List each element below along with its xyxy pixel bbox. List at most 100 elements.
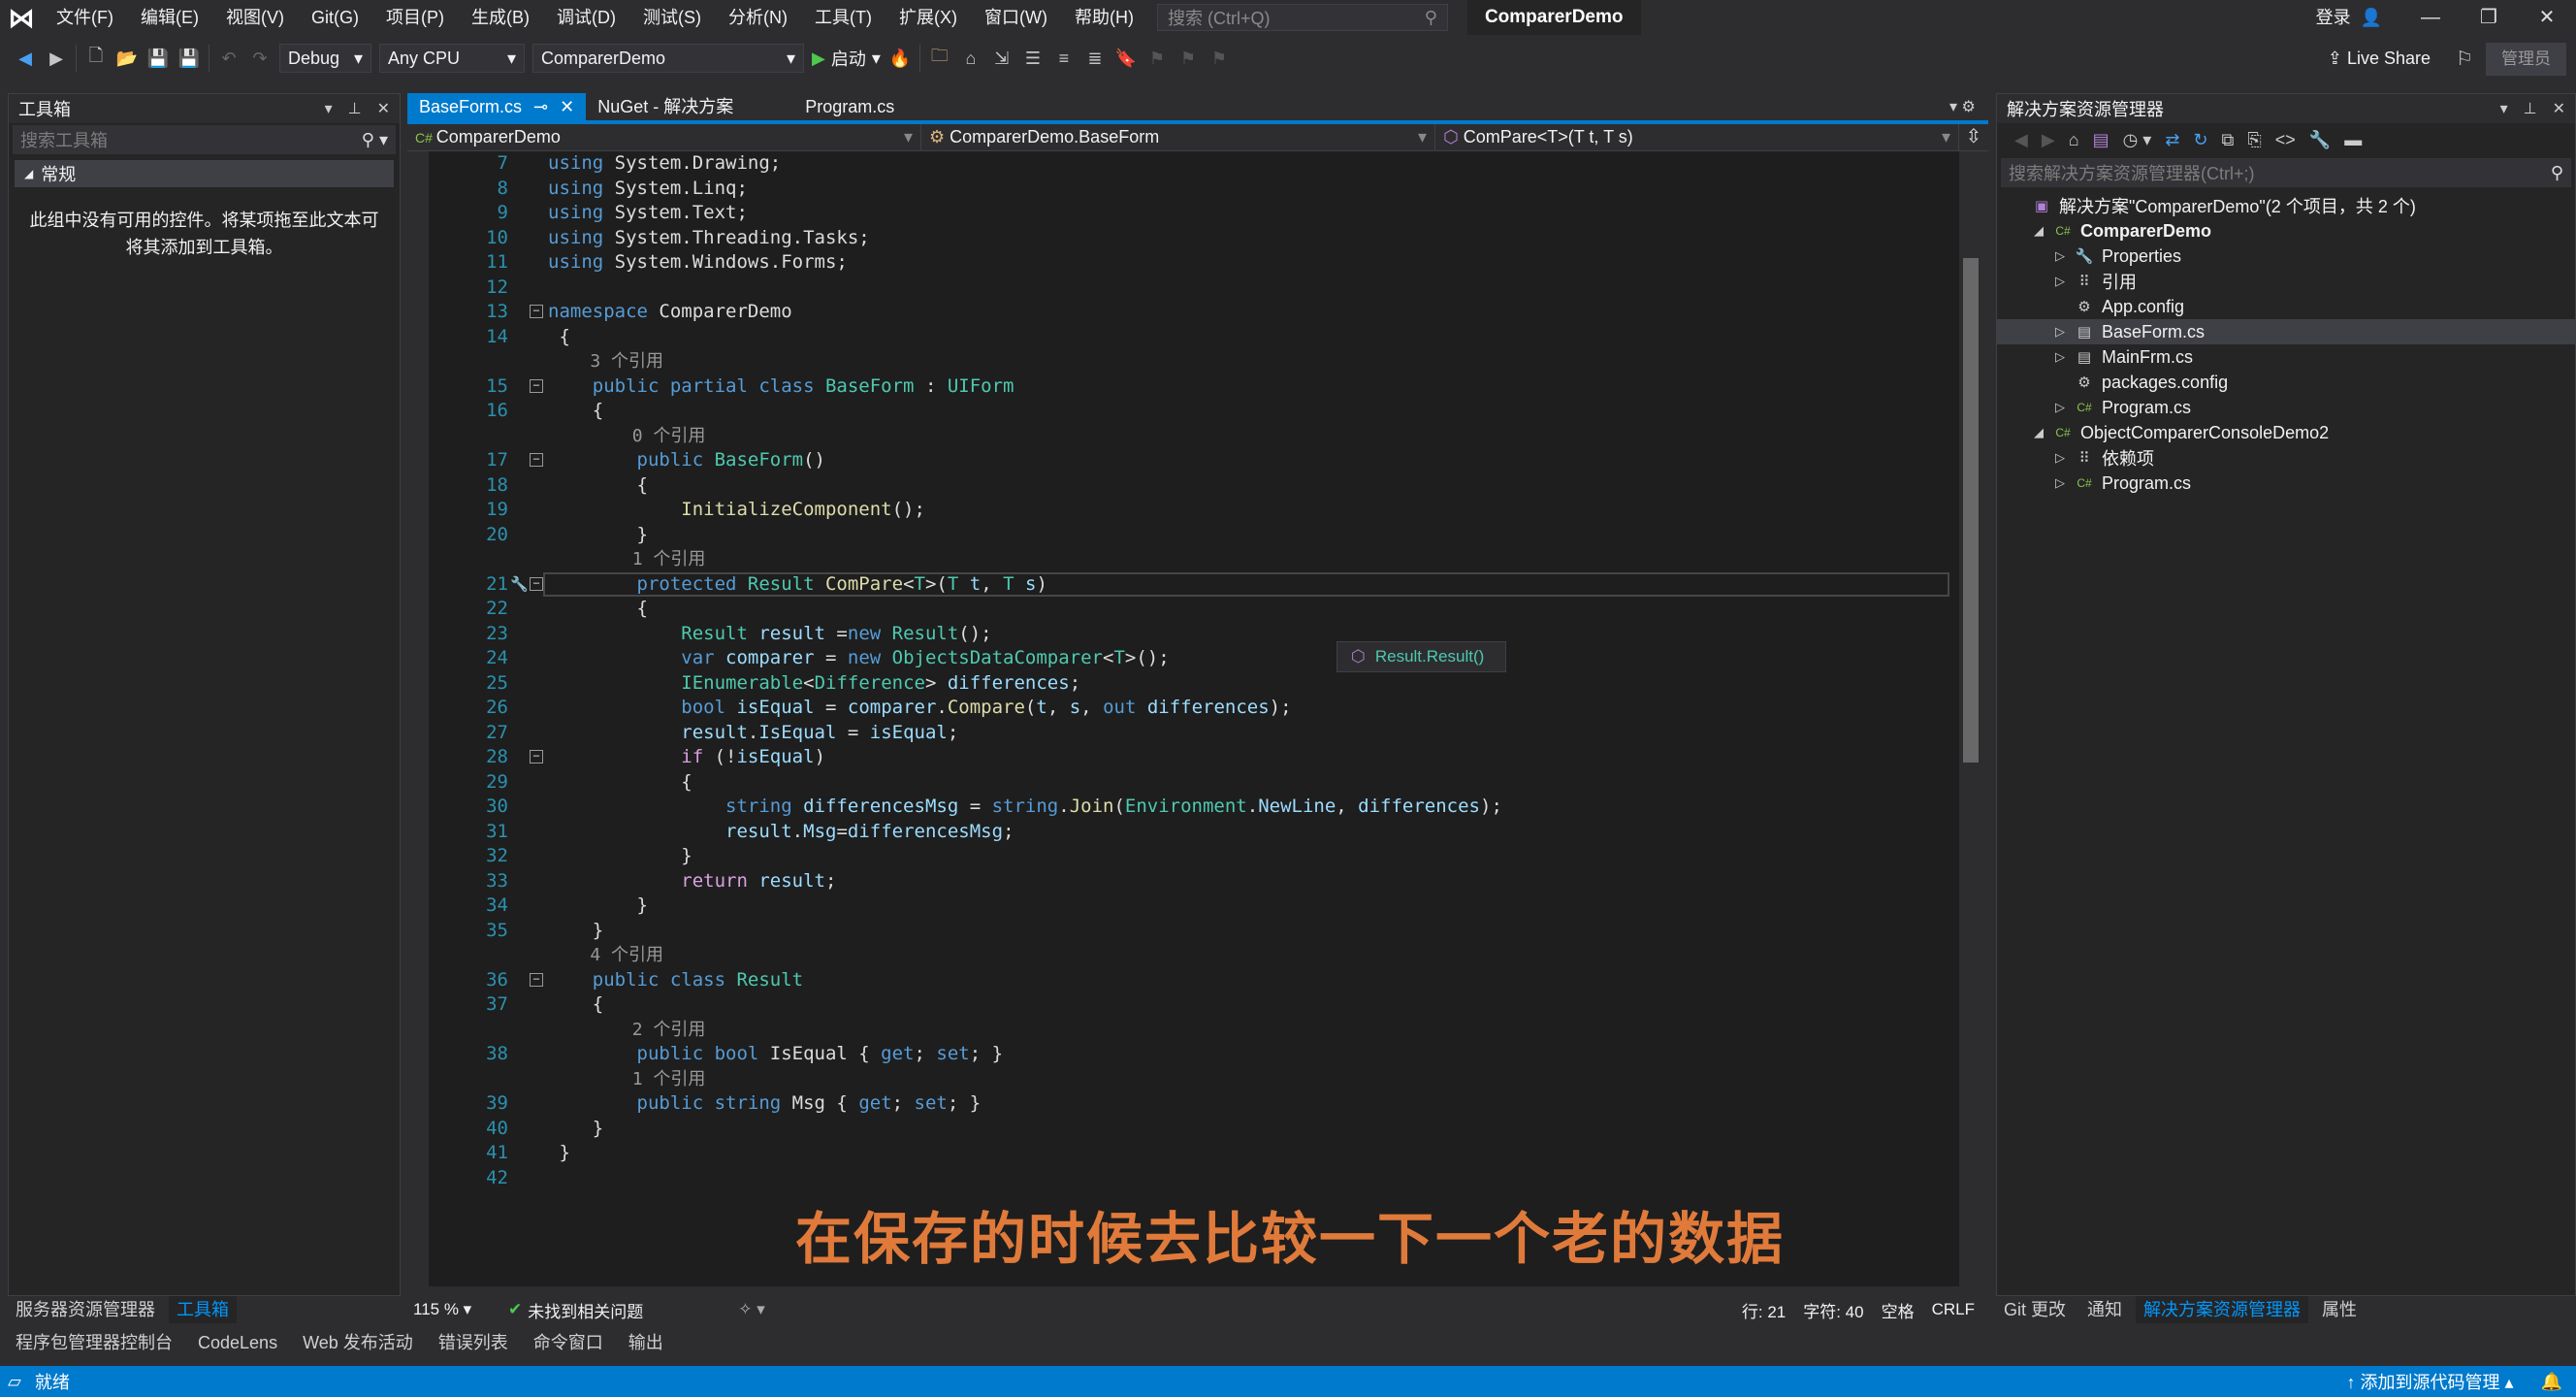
undo-icon[interactable]: ↶ bbox=[217, 47, 241, 70]
tree-item[interactable]: ▷ ▤ MainFrm.cs bbox=[1997, 344, 2575, 370]
fold-toggle-icon[interactable]: − bbox=[530, 378, 543, 393]
redo-icon[interactable]: ↷ bbox=[248, 47, 272, 70]
bottom-tab[interactable]: Git 更改 bbox=[1996, 1296, 2074, 1323]
open-folder-icon[interactable]: 📂 bbox=[115, 47, 139, 70]
quick-actions-icon[interactable]: 🔧 bbox=[510, 572, 529, 597]
back-icon[interactable]: ◀ bbox=[14, 47, 37, 70]
close-window-button[interactable]: ✕ bbox=[2518, 0, 2576, 35]
expanded-arrow-icon[interactable]: ◢ bbox=[2032, 223, 2045, 239]
expanded-arrow-icon[interactable]: ◢ bbox=[2032, 425, 2045, 440]
scrollbar-thumb[interactable] bbox=[1963, 258, 1979, 763]
new-project-icon[interactable]: 🗋 bbox=[84, 46, 108, 70]
menu-item[interactable]: 视图(V) bbox=[212, 0, 298, 35]
view-code-icon[interactable]: <> bbox=[2275, 130, 2296, 150]
minimize-button[interactable]: — bbox=[2401, 0, 2460, 35]
live-share-button[interactable]: ⇪ Live Share bbox=[2328, 35, 2431, 81]
forward-icon[interactable]: ▶ bbox=[45, 47, 68, 70]
bottom-tab[interactable]: 服务器资源管理器 bbox=[8, 1296, 163, 1323]
start-button[interactable]: ▶ 启动 ▾ bbox=[812, 46, 881, 71]
menu-item[interactable]: 文件(F) bbox=[43, 0, 127, 35]
menu-item[interactable]: 项目(P) bbox=[372, 0, 458, 35]
tab-overflow-icon[interactable]: ▾ ⚙ bbox=[1949, 97, 1976, 116]
code-editor[interactable]: 7 using System.Drawing; 8 using System.Linq… bbox=[407, 151, 1959, 1286]
codelens-references[interactable]: 3 个引用 bbox=[548, 349, 663, 374]
codelens-references[interactable]: 2 个引用 bbox=[548, 1018, 706, 1042]
tool-window-tab[interactable]: 程序包管理器控制台 bbox=[8, 1329, 180, 1356]
search-input[interactable]: 搜索 (Ctrl+Q) ⚲ bbox=[1156, 4, 1448, 31]
close-icon[interactable]: ✕ bbox=[2553, 99, 2565, 118]
pin-icon[interactable]: ⊥ bbox=[2524, 99, 2537, 118]
feedback-icon[interactable]: ⚐ bbox=[2456, 47, 2473, 71]
next-bookmark-icon[interactable]: ⚑ bbox=[1176, 47, 1200, 70]
preview-icon[interactable]: ▬ bbox=[2344, 130, 2362, 150]
menu-item[interactable]: 分析(N) bbox=[715, 0, 801, 35]
notifications-icon[interactable]: 🔔 bbox=[2541, 1372, 2562, 1392]
eol-indicator[interactable]: CRLF bbox=[1932, 1300, 1975, 1319]
member-dropdown[interactable]: ⬡ ComPare<T>(T t, T s) ▾ bbox=[1435, 124, 1959, 150]
sync-icon[interactable]: ⇄ bbox=[2165, 130, 2179, 150]
refresh-icon[interactable]: ↻ bbox=[2193, 130, 2207, 150]
tree-item[interactable]: ▷ C# Program.cs bbox=[1997, 471, 2575, 496]
code-cleanup-icon[interactable]: ✧ ▾ bbox=[738, 1300, 765, 1319]
bottom-tab[interactable]: 通知 bbox=[2079, 1296, 2130, 1323]
fold-toggle-icon[interactable]: − bbox=[530, 453, 543, 467]
tree-item[interactable]: ◢ C# ComparerDemo bbox=[1997, 218, 2575, 244]
tree-item[interactable]: ▷ ⠿ 依赖项 bbox=[1997, 445, 2575, 471]
menu-item[interactable]: 编辑(E) bbox=[127, 0, 212, 35]
bookmark-icon[interactable]: 🔖 bbox=[1114, 47, 1138, 70]
collapsed-arrow-icon[interactable]: ▷ bbox=[2053, 450, 2067, 466]
collapsed-arrow-icon[interactable]: ▷ bbox=[2053, 248, 2067, 264]
clear-bookmarks-icon[interactable]: ⚑ bbox=[1208, 47, 1231, 70]
startup-project-select[interactable]: ComparerDemo ▾ bbox=[532, 44, 804, 73]
tool-window-tab[interactable]: 命令窗口 bbox=[526, 1329, 611, 1356]
back-icon[interactable]: ◀ bbox=[2014, 130, 2028, 150]
fold-toggle-icon[interactable]: − bbox=[530, 972, 543, 987]
show-all-files-icon[interactable]: ⎘ bbox=[2247, 130, 2261, 150]
codelens-references[interactable]: 1 个引用 bbox=[548, 547, 706, 571]
browser-link-icon[interactable]: ⌂ bbox=[959, 47, 982, 70]
zoom-select[interactable]: 115 % ▾ bbox=[413, 1300, 491, 1319]
tree-item[interactable]: ▣ 解决方案"ComparerDemo"(2 个项目，共 2 个) bbox=[1997, 193, 2575, 218]
bottom-tab[interactable]: 工具箱 bbox=[169, 1296, 237, 1323]
tool-window-tab[interactable]: 输出 bbox=[621, 1329, 671, 1356]
project-dropdown[interactable]: C# ComparerDemo ▾ bbox=[407, 124, 921, 150]
menu-item[interactable]: 工具(T) bbox=[801, 0, 886, 35]
tree-item[interactable]: ◢ C# ObjectComparerConsoleDemo2 bbox=[1997, 420, 2575, 445]
comment-icon[interactable]: ≡ bbox=[1052, 47, 1076, 70]
codelens-references[interactable]: 0 个引用 bbox=[548, 424, 706, 448]
type-dropdown[interactable]: ⚙ ComparerDemo.BaseForm ▾ bbox=[921, 124, 1435, 150]
step-icon[interactable]: ⇲ bbox=[990, 47, 1014, 70]
prev-bookmark-icon[interactable]: ⚑ bbox=[1145, 47, 1169, 70]
collapsed-arrow-icon[interactable]: ▷ bbox=[2053, 475, 2067, 491]
tree-item[interactable]: ▷ 🔧 Properties bbox=[1997, 244, 2575, 269]
tree-item[interactable]: ▷ C# Program.cs bbox=[1997, 395, 2575, 420]
dropdown-icon[interactable]: ▾ bbox=[2500, 99, 2508, 118]
save-all-icon[interactable]: 💾 bbox=[177, 47, 201, 70]
collapsed-arrow-icon[interactable]: ▷ bbox=[2053, 349, 2067, 365]
tab-nuget-[interactable]: NuGet - 解决方案 bbox=[586, 93, 745, 120]
tool-window-tab[interactable]: CodeLens bbox=[190, 1329, 285, 1356]
tab-program-cs[interactable]: Program.cs bbox=[793, 93, 906, 120]
issues-indicator[interactable]: ✔ 未找到相关问题 bbox=[508, 1298, 643, 1322]
tool-window-tab[interactable]: Web 发布活动 bbox=[295, 1329, 421, 1356]
dropdown-icon[interactable]: ▾ bbox=[325, 99, 333, 118]
close-icon[interactable]: ✕ bbox=[377, 99, 390, 118]
login-button[interactable]: 登录 👤 bbox=[2316, 0, 2382, 35]
toolbox-group-general[interactable]: ◢ 常规 bbox=[15, 160, 394, 187]
properties-icon[interactable]: 🔧 bbox=[2309, 130, 2331, 150]
menu-item[interactable]: 帮助(H) bbox=[1061, 0, 1147, 35]
format-icon[interactable]: ☰ bbox=[1021, 47, 1045, 70]
source-control-button[interactable]: ↑ 添加到源代码管理 ▴ bbox=[2347, 1369, 2514, 1394]
split-editor-icon[interactable]: ⇳ bbox=[1959, 124, 1988, 150]
pin-icon[interactable]: ⊸ bbox=[533, 93, 548, 120]
visual-studio-logo-icon[interactable]: ⋈ bbox=[0, 0, 43, 35]
fold-toggle-icon[interactable]: − bbox=[530, 305, 543, 318]
platform-select[interactable]: Any CPU ▾ bbox=[379, 44, 525, 73]
menu-item[interactable]: 测试(S) bbox=[629, 0, 715, 35]
hot-reload-icon[interactable]: 🔥 bbox=[888, 47, 912, 70]
forward-icon[interactable]: ▶ bbox=[2042, 130, 2055, 150]
menu-item[interactable]: Git(G) bbox=[298, 0, 372, 35]
close-tab-icon[interactable]: ✕ bbox=[560, 93, 574, 120]
codelens-references[interactable]: 4 个引用 bbox=[548, 943, 663, 967]
restore-button[interactable]: ❐ bbox=[2460, 0, 2518, 35]
